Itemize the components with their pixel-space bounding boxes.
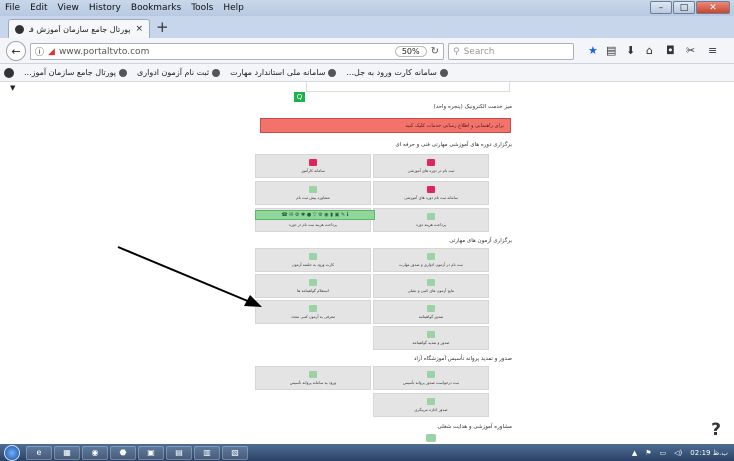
bookmark-favicon-icon: [328, 68, 337, 77]
tray-arrow-icon[interactable]: ▲: [632, 449, 637, 457]
bookmark-label: سامانه ملی استاندارد مهارت: [230, 68, 326, 77]
page-content: ▼ Q میز خدمت الکترونیک (پنجره واحد) برای…: [0, 82, 734, 444]
flag-icon[interactable]: ⚑: [645, 449, 651, 457]
taskbar-app-firefox[interactable]: ⬣: [110, 445, 136, 460]
bookmarks-library-icon[interactable]: ▤: [606, 44, 616, 57]
taskbar-app-media[interactable]: ◉: [82, 445, 108, 460]
annotation-arrow: [117, 246, 262, 307]
search-placeholder: Search: [463, 46, 495, 57]
search-icon: ⚲: [453, 46, 460, 57]
system-tray: ▲ ⚑ ▭ ◁) 02:19 ب.ظ: [632, 449, 734, 457]
menu-help[interactable]: Help: [218, 3, 249, 13]
tab-title: پورتال جامع سازمان آموزش فنی و ...: [29, 24, 131, 34]
tab-portal[interactable]: پورتال جامع سازمان آموزش فنی و ... ×: [8, 19, 150, 38]
menu-hamburger-icon[interactable]: ≡: [708, 44, 717, 57]
url-text: www.portaltvto.com: [58, 46, 150, 57]
tab-close-icon[interactable]: ×: [135, 24, 143, 34]
navigation-bar: ← ⓘ ◢ www.portaltvto.com 50% ↻ ⚲ Search …: [0, 38, 734, 64]
close-window-button[interactable]: ✕: [696, 1, 730, 14]
tab-strip: پورتال جامع سازمان آموزش فنی و ... × +: [0, 16, 734, 38]
bookmark-favicon-icon: [439, 68, 448, 77]
bookmark-portal[interactable]: پورتال جامع سازمان آموز...: [24, 68, 127, 77]
bookmark-label: ثبت نام آزمون ادواری: [137, 68, 210, 77]
maximize-button[interactable]: □: [673, 1, 695, 14]
taskbar-app-other[interactable]: ▧: [222, 445, 248, 460]
home-icon[interactable]: ⌂: [646, 44, 653, 57]
bookmark-entrance-card[interactable]: سامانه کارت ورود به جل...: [346, 68, 448, 77]
site-identity-icon: ◢: [48, 46, 55, 57]
zoom-indicator[interactable]: 50%: [394, 46, 427, 57]
bookmark-standard[interactable]: سامانه ملی استاندارد مهارت: [230, 68, 337, 77]
menu-edit[interactable]: Edit: [25, 3, 52, 13]
screenshot-icon[interactable]: ✂: [686, 44, 695, 57]
taskbar-app-explorer[interactable]: ▦: [54, 445, 80, 460]
taskbar-app-powerpoint[interactable]: ▥: [194, 445, 220, 460]
window-controls: – □ ✕: [650, 1, 730, 14]
volume-icon[interactable]: ◁): [674, 449, 682, 457]
downloads-icon[interactable]: ⬇: [626, 44, 635, 57]
taskbar: e ▦ ◉ ⬣ ▣ ▤ ▥ ▧ ▲ ⚑ ▭ ◁) 02:19 ب.ظ: [0, 444, 734, 461]
url-bar[interactable]: ⓘ ◢ www.portaltvto.com 50% ↻: [30, 43, 444, 60]
pocket-icon[interactable]: ◘: [666, 44, 675, 57]
site-favicon-icon: [15, 24, 24, 34]
taskbar-app-excel[interactable]: ▤: [166, 445, 192, 460]
taskbar-app-ie[interactable]: e: [26, 445, 52, 460]
menu-file[interactable]: File: [0, 3, 25, 13]
bookmark-exam-register[interactable]: ثبت نام آزمون ادواری: [137, 68, 221, 77]
menu-bar: File Edit View History Bookmarks Tools H…: [0, 0, 734, 16]
menu-history[interactable]: History: [84, 3, 126, 13]
bookmark-label: پورتال جامع سازمان آموز...: [24, 68, 116, 77]
taskbar-app-word[interactable]: ▣: [138, 445, 164, 460]
menu-view[interactable]: View: [53, 3, 84, 13]
menu-tools[interactable]: Tools: [186, 3, 218, 13]
search-box[interactable]: ⚲ Search: [448, 43, 574, 60]
bookmarks-toolbar: پورتال جامع سازمان آموز... ثبت نام آزمون…: [0, 64, 734, 82]
windows-logo-icon: [4, 444, 20, 461]
bookmark-favicon-icon: [212, 68, 221, 77]
bookmark-star-icon[interactable]: ★: [588, 44, 598, 57]
back-button[interactable]: ←: [6, 41, 26, 61]
menu-bookmarks[interactable]: Bookmarks: [126, 3, 186, 13]
start-button[interactable]: [0, 444, 24, 461]
firefox-icon: [4, 67, 14, 78]
reload-icon[interactable]: ↻: [431, 46, 439, 57]
clock[interactable]: 02:19 ب.ظ: [690, 449, 728, 457]
bookmark-favicon-icon: [119, 68, 127, 77]
new-tab-button[interactable]: +: [156, 19, 169, 36]
network-icon[interactable]: ▭: [660, 449, 667, 457]
back-arrow-icon: ←: [11, 44, 21, 58]
arrow-line: [117, 246, 251, 303]
help-icon[interactable]: ?: [706, 420, 726, 440]
info-icon[interactable]: ⓘ: [35, 45, 44, 58]
bookmark-label: سامانه کارت ورود به جل...: [346, 68, 437, 77]
minimize-button[interactable]: –: [650, 1, 672, 14]
